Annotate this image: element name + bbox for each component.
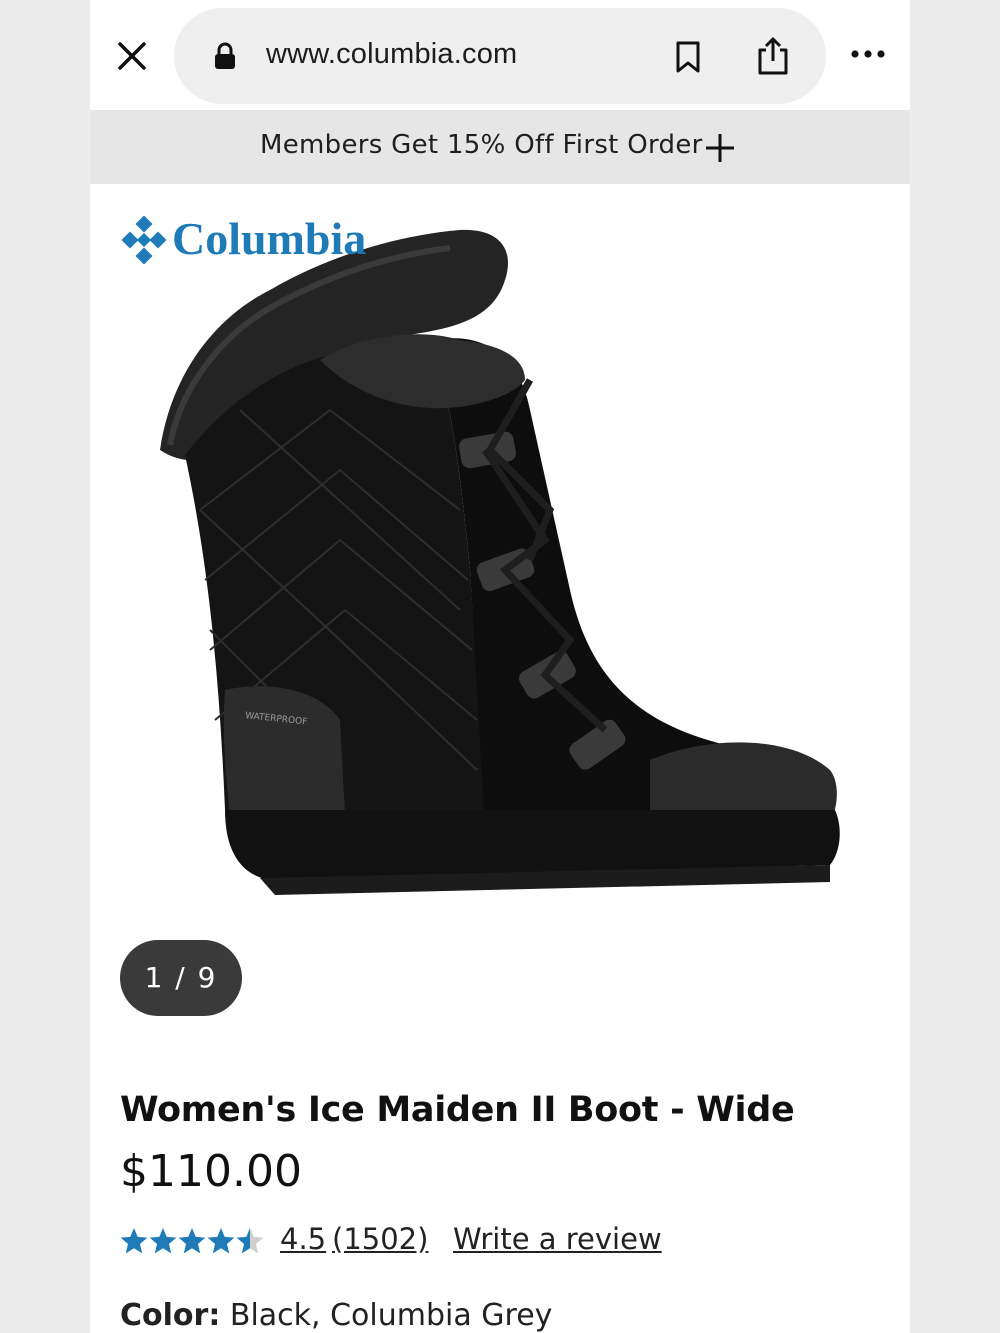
lock-icon	[215, 42, 235, 69]
star-icon	[149, 1228, 177, 1254]
rating-value[interactable]: 4.5	[280, 1222, 326, 1256]
more-icon[interactable]	[850, 46, 886, 62]
product-title: Women's Ice Maiden II Boot - Wide	[120, 1090, 795, 1130]
product-price: $110.00	[120, 1146, 302, 1197]
promo-banner[interactable]: Members Get 15% Off First Order	[90, 110, 910, 184]
bookmark-icon[interactable]	[674, 40, 702, 74]
write-review-link[interactable]: Write a review	[453, 1222, 662, 1256]
promo-text: Members Get 15% Off First Order	[260, 130, 703, 160]
gallery-counter: 1 / 9	[120, 940, 242, 1016]
plus-icon[interactable]	[704, 132, 736, 164]
review-count-link[interactable]: (1502)	[332, 1222, 428, 1256]
url-text: www.columbia.com	[266, 38, 518, 70]
close-icon[interactable]	[114, 38, 150, 74]
product-image[interactable]: WATERPROOF	[130, 210, 870, 910]
address-bar[interactable]: www.columbia.com	[174, 8, 826, 104]
browser-page: www.columbia.com Members Get 15% Off Fir…	[90, 0, 910, 1333]
browser-toolbar: www.columbia.com	[90, 0, 910, 110]
color-value: Black, Columbia Grey	[229, 1298, 553, 1333]
star-icon	[207, 1228, 235, 1254]
star-icon	[236, 1228, 264, 1254]
brand-name: Columbia	[172, 213, 367, 264]
star-rating[interactable]	[120, 1228, 264, 1256]
star-icon	[178, 1228, 206, 1254]
columbia-diamond-icon	[121, 216, 167, 264]
rating-row: 4.5 (1502) Write a review	[120, 1220, 880, 1264]
share-icon[interactable]	[756, 36, 790, 76]
color-label: Color:	[120, 1298, 221, 1333]
color-row: Color: Black, Columbia Grey	[120, 1298, 552, 1333]
star-icon	[120, 1228, 148, 1254]
